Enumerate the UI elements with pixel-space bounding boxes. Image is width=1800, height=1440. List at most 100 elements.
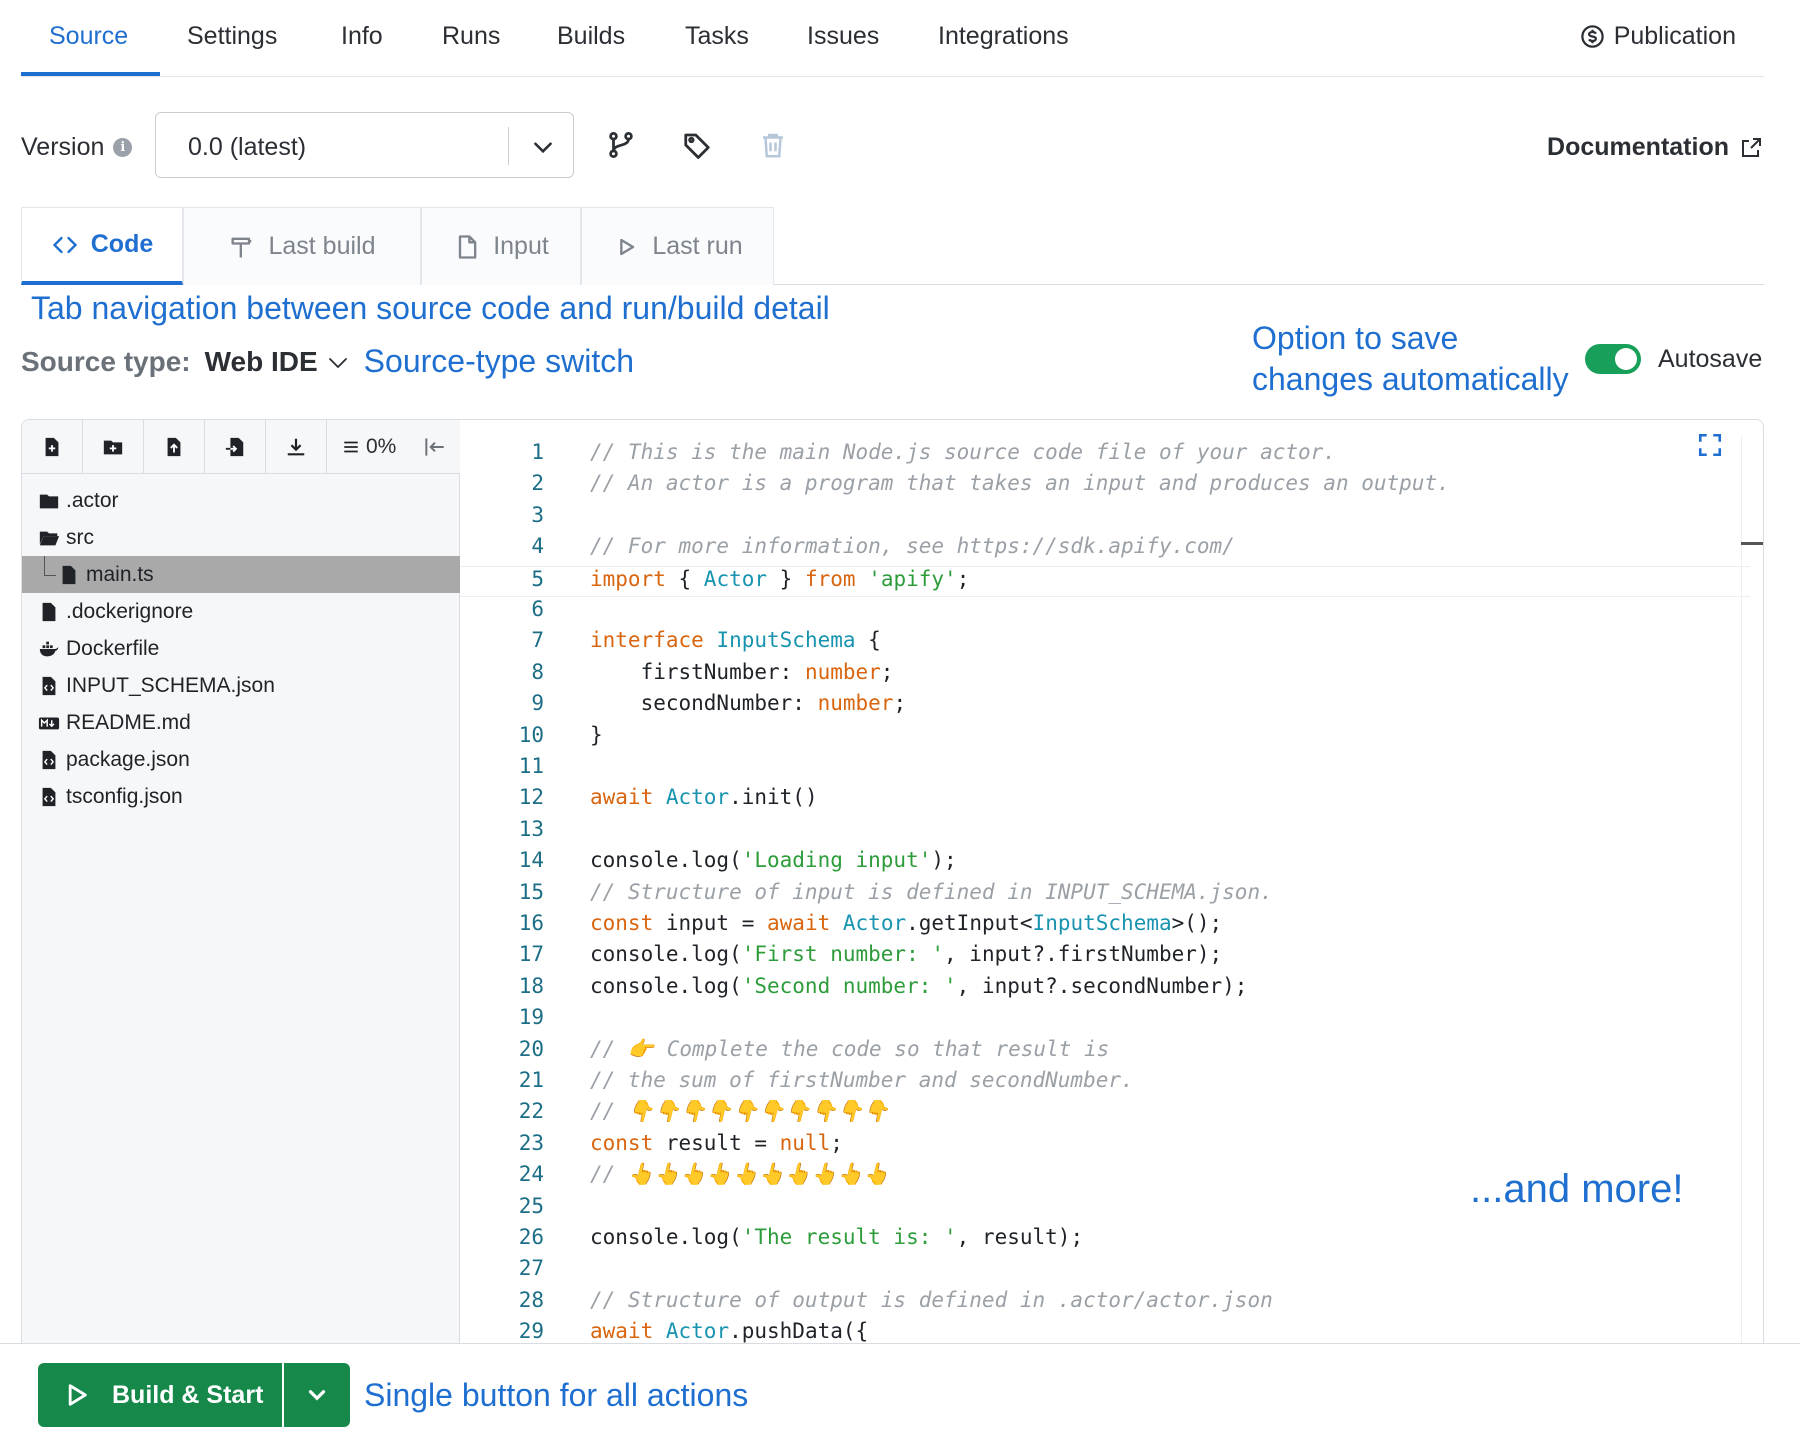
build-start-button[interactable]: Build & Start [38,1363,282,1427]
code-token: null [779,1130,831,1155]
tree-item[interactable]: .dockerignore [22,593,460,630]
tree-item[interactable]: .actor [22,482,460,519]
subtab-last-build-label: Last build [268,232,376,260]
tab-builds[interactable]: Builds [557,22,625,51]
line-number: 24 [518,1162,544,1187]
code-text: import { Actor } from 'apify'; [590,567,969,591]
tag-icon[interactable] [682,130,712,160]
autosave-toggle[interactable] [1585,344,1641,374]
source-subtabs: Code Last build Input Last run [21,207,1764,285]
code-line: 21 // the sum of firstNumber and secondNu… [460,1068,1750,1099]
tab-info[interactable]: Info [341,22,383,51]
tab-integrations[interactable]: Integrations [938,22,1069,51]
subtab-last-run[interactable]: Last run [581,207,774,285]
chevron-down-icon [328,357,347,368]
code-token: // For more information, see https://sdk… [590,534,1235,559]
new-folder-icon [103,440,123,455]
info-icon[interactable]: i [113,138,133,157]
code-icon [52,236,77,253]
code-text: // 👇👇👇👇👇👇👇👇👇👇 [590,1099,889,1124]
external-link-icon [1742,137,1761,157]
code-token: // 👉 Complete the code so that result is [590,1036,1110,1061]
code-text: const input = await Actor.getInput<Input… [590,911,1222,935]
code-line: 17 console.log('First number: ', input?.f… [460,942,1750,973]
line-number: 6 [531,597,544,621]
code-line: 10} [460,723,1750,754]
annotation-single-button: Single button for all actions [364,1377,749,1413]
tab-source[interactable]: Source [49,22,128,51]
download-button[interactable] [266,420,327,474]
new-file-button[interactable] [22,420,83,474]
documentation-label: Documentation [1547,133,1729,161]
line-number: 9 [531,691,544,716]
new-folder-button[interactable] [83,420,144,474]
line-number: 27 [518,1256,544,1281]
code-token: Actor [703,566,768,591]
line-number: 28 [518,1287,544,1312]
tab-issues[interactable]: Issues [807,22,879,51]
upload-file-button[interactable] [144,420,205,474]
line-number: 18 [518,973,544,998]
code-text: await Actor.init() [590,785,818,809]
tab-tasks[interactable]: Tasks [685,22,749,51]
autosave-label: Autosave [1658,345,1763,373]
build-options-dropdown[interactable] [284,1363,350,1427]
tree-item[interactable]: package.json [22,741,460,778]
code-token: } [767,566,805,591]
code-token: await [590,785,654,810]
code-token: ; [830,1130,843,1155]
tree-item[interactable]: Dockerfile [22,630,460,667]
code-token: .pushData({ [729,1319,869,1344]
folder-icon [38,490,60,512]
code-line: 1 // This is the main Node.js source code… [460,440,1750,471]
line-number: 10 [518,722,544,747]
code-token: secondNumber: [590,691,818,716]
line-number: 26 [518,1225,544,1249]
code-text: console.log('The result is: ', result); [590,1225,1083,1249]
git-branch-icon[interactable] [606,130,636,160]
code-text: secondNumber: number; [590,691,907,716]
folder-open-icon [38,527,60,549]
tree-item[interactable]: INPUT_SCHEMA.json [22,667,460,704]
source-type-select[interactable]: Web IDE [205,346,350,378]
toggle-knob [1615,348,1637,370]
code-line: 18 console.log('Second number: ', input?.… [460,974,1750,1005]
trash-icon[interactable] [758,130,788,160]
version-select[interactable]: 0.0 (latest) [155,112,574,178]
line-number: 1 [531,440,544,464]
chevron-down-icon[interactable] [530,134,556,160]
annotation-autosave-1: Option to save [1252,320,1459,356]
version-label: Version i [21,133,133,162]
documentation-link[interactable]: Documentation [1547,133,1763,162]
tree-item[interactable]: tsconfig.json [22,778,460,815]
tree-item-label: Dockerfile [66,636,160,660]
code-token: const [590,1130,654,1155]
tree-item[interactable]: README.md [22,704,460,741]
subtab-input[interactable]: Input [421,207,581,285]
code-line: 28 // Structure of output is defined in .… [460,1288,1750,1319]
chevron-down-icon [308,1390,326,1401]
code-line: 12 await Actor.init() [460,785,1750,816]
tab-runs[interactable]: Runs [442,22,500,51]
code-text: // Structure of output is defined in .ac… [590,1288,1273,1312]
tree-item[interactable]: main.ts [22,556,460,593]
collapse-sidebar-icon[interactable] [422,434,448,460]
import-button[interactable] [205,420,266,474]
code-text: firstNumber: number; [590,660,894,684]
publication-link[interactable]: Publication [1579,22,1736,51]
line-number: 21 [518,1068,544,1092]
code-text: } [590,723,603,747]
subtab-code[interactable]: Code [21,207,183,285]
code-token: 'First number: ' [741,942,945,967]
tree-item[interactable]: src [22,519,460,556]
code-line: 8 firstNumber: number; [460,660,1750,691]
code-token: from [804,566,856,591]
subtab-last-build[interactable]: Last build [183,207,421,285]
code-text: await Actor.pushData({ [590,1319,868,1343]
code-file-icon [38,749,60,771]
source-type-value: Web IDE [204,345,318,377]
line-number: 3 [531,502,544,527]
tab-settings[interactable]: Settings [187,22,277,51]
